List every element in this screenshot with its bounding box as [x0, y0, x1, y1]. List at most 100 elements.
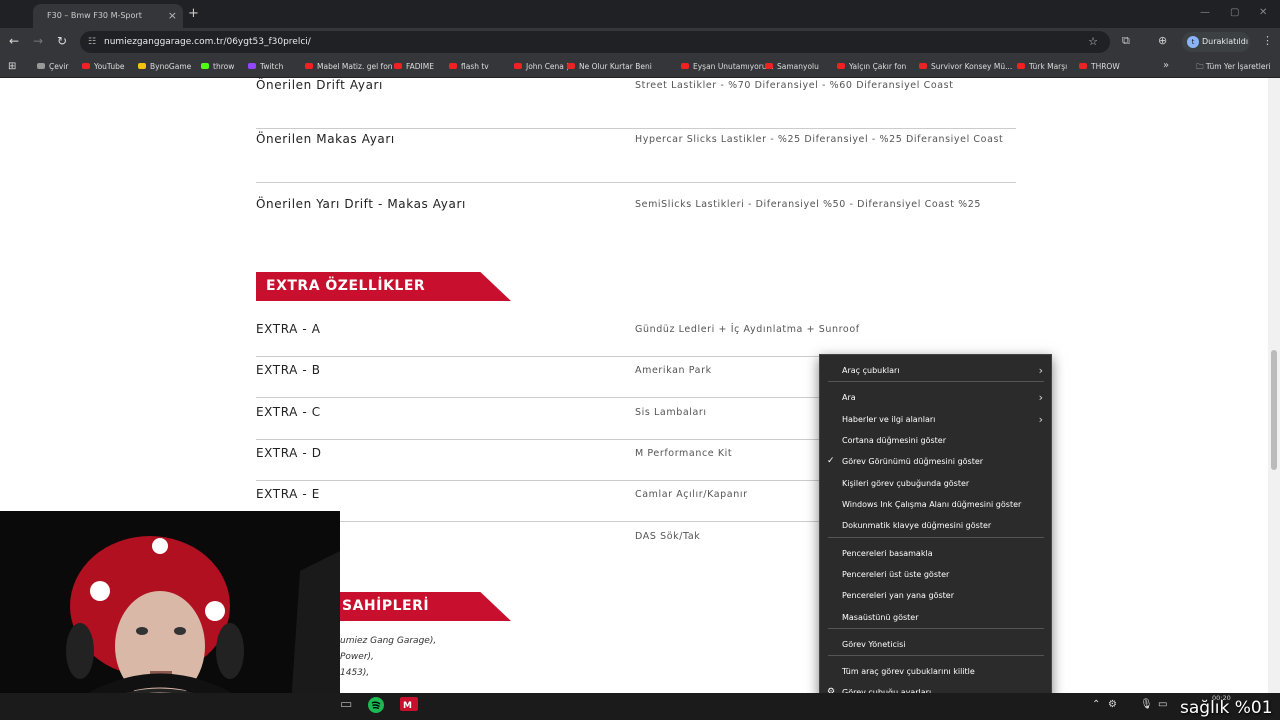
tab-close-icon[interactable]: × [168, 4, 177, 28]
context-menu-item[interactable]: Cortana düğmesini göster [820, 430, 1051, 451]
bookmark-favicon-icon [1079, 63, 1087, 69]
bookmark-favicon-icon [514, 63, 522, 69]
context-menu-item[interactable]: Görev Yöneticisi [820, 634, 1051, 655]
bookmark-label: Yalçın Çakır fon [849, 62, 907, 71]
bookmark-label: John Cena ) [526, 62, 570, 71]
bookmark-item[interactable]: Samanyolu [765, 56, 819, 78]
minimize-icon[interactable]: — [1200, 7, 1210, 18]
bookmark-item[interactable]: Eyşan Unutamıyoru... [681, 56, 774, 78]
bookmark-item[interactable]: Twitch [248, 56, 283, 78]
bookmark-label: Eyşan Unutamıyoru... [693, 62, 774, 71]
site-info-icon[interactable]: ☷ [88, 31, 96, 53]
tray-chevron-icon[interactable]: ⌃ [1092, 699, 1100, 710]
bookmark-favicon-icon [82, 63, 90, 69]
menu-separator [828, 381, 1044, 382]
download-icon[interactable]: ⊕ [1158, 34, 1167, 47]
scrollbar-thumb[interactable] [1271, 350, 1277, 470]
bookmark-favicon-icon [919, 63, 927, 69]
bookmark-item[interactable]: BynoGame [138, 56, 191, 78]
context-menu-item[interactable]: Araç çubukları › [820, 360, 1051, 381]
context-menu-item[interactable]: Tüm araç görev çubuklarını kilitle [820, 661, 1051, 682]
network-icon[interactable]: ▭ [1158, 699, 1167, 710]
bookmark-label: Mabel Matiz. gel fon [317, 62, 393, 71]
taskbar-app-icon[interactable]: ▭ [340, 697, 352, 712]
window-close-icon[interactable]: ✕ [1259, 7, 1267, 18]
context-menu-item[interactable]: Haberler ve ilgi alanları › [820, 409, 1051, 430]
menu-item-label: Pencereleri üst üste göster [842, 570, 950, 579]
tuning-label: Önerilen Makas Ayarı [256, 132, 395, 146]
browser-toolbar: ← → ↻ ☷ numiezganggarage.com.tr/06ygt53_… [0, 28, 1280, 56]
context-menu-item[interactable]: Windows Ink Çalışma Alanı düğmesini göst… [820, 494, 1051, 515]
bookmark-label: Samanyolu [777, 62, 819, 71]
extra-label: EXTRA - C [256, 404, 321, 419]
tuning-row: Önerilen Makas Ayarı Hypercar Slicks Last… [256, 118, 1016, 183]
owner-line: umiez Gang Garage), [340, 636, 437, 646]
maximize-icon[interactable]: ▢ [1230, 7, 1239, 18]
tuning-label: Önerilen Yarı Drift - Makas Ayarı [256, 197, 466, 211]
microphone-icon[interactable]: 🎙 [1140, 699, 1153, 710]
bookmark-star-icon[interactable]: ☆ [1088, 31, 1098, 53]
bookmark-favicon-icon [37, 63, 45, 69]
bookmark-item[interactable]: FADIME [394, 56, 434, 78]
bookmark-favicon-icon [305, 63, 313, 69]
bookmark-item[interactable]: John Cena ) [514, 56, 569, 78]
new-tab-button[interactable]: + [188, 6, 199, 21]
bookmark-favicon-icon [449, 63, 457, 69]
bookmark-item[interactable]: Türk Marşı [1017, 56, 1067, 78]
taskbar: ▭ M ⌃ ⚙ 🎙 ▭ [0, 693, 1280, 720]
bookmark-label: Twitch [260, 62, 284, 71]
reload-icon[interactable]: ↻ [57, 34, 67, 48]
tray-icon[interactable]: ⚙ [1108, 699, 1117, 710]
bookmark-item[interactable]: throw [201, 56, 234, 78]
extra-row: EXTRA - A Gündüz Ledleri + İç Aydınlatma … [256, 316, 1016, 357]
profile-button[interactable]: t Duraklatıldı [1182, 32, 1250, 52]
menu-separator [828, 655, 1044, 656]
browser-tab[interactable]: F30 – Bmw F30 M-Sport × [33, 4, 183, 28]
extra-value: M Performance Kit [635, 447, 733, 459]
bookmark-item[interactable]: Ne Olur Kurtar Beni [567, 56, 652, 78]
menu-icon[interactable]: ⋮ [1262, 34, 1273, 47]
bookmark-label: flash tv [461, 62, 489, 71]
extra-value: Sis Lambaları [635, 406, 707, 418]
bookmark-label: FADIME [406, 62, 434, 71]
bookmark-label: THROW [1091, 62, 1120, 71]
bookmark-item[interactable]: Survivor Konsey Mü... [919, 56, 1012, 78]
chevron-right-icon: › [1038, 391, 1043, 404]
context-menu-item[interactable]: Pencereleri basamakla [820, 543, 1051, 564]
bookmark-item[interactable]: Yalçın Çakır fon [837, 56, 906, 78]
tuning-row: Önerilen Yarı Drift - Makas Ayarı SemiSli… [256, 183, 1016, 248]
extensions-icon[interactable]: ⧉ [1122, 34, 1130, 48]
menu-item-label: Pencereleri basamakla [842, 549, 933, 558]
context-menu-item[interactable]: Pencereleri yan yana göster [820, 585, 1051, 606]
menu-item-label: Windows Ink Çalışma Alanı düğmesini göst… [842, 500, 1022, 509]
bookmark-item[interactable]: Mabel Matiz. gel fon [305, 56, 393, 78]
bookmark-label: Ne Olur Kurtar Beni [579, 62, 652, 71]
forward-icon[interactable]: → [33, 34, 43, 48]
context-menu-item[interactable]: Görev Görünümü düğmesini göster ✓ [820, 451, 1051, 472]
bookmark-item[interactable]: THROW [1079, 56, 1120, 78]
page-scrollbar[interactable] [1268, 78, 1280, 693]
context-menu-item[interactable]: Dokunmatik klavye düğmesini göster [820, 515, 1051, 536]
menu-item-label: Haberler ve ilgi alanları [842, 415, 936, 424]
menu-item-label: Ara [842, 393, 856, 402]
menu-item-label: Cortana düğmesini göster [842, 436, 946, 445]
owner-line: Power), [340, 652, 374, 662]
context-menu-item[interactable]: Kişileri görev çubuğunda göster [820, 473, 1051, 494]
game-app-icon[interactable]: M [400, 697, 418, 715]
all-bookmarks-button[interactable]: 🗀 Tüm Yer İşaretleri [1196, 56, 1271, 78]
spotify-icon[interactable] [368, 697, 384, 717]
bookmark-item[interactable]: Çevir [37, 56, 68, 78]
context-menu-item[interactable]: Pencereleri üst üste göster [820, 564, 1051, 585]
apps-icon[interactable]: ⊞ [8, 56, 16, 78]
chevron-right-icon: › [1038, 413, 1043, 426]
more-bookmarks-icon[interactable]: » [1163, 60, 1169, 71]
bookmark-item[interactable]: flash tv [449, 56, 489, 78]
avatar: t [1187, 36, 1199, 48]
bookmark-item[interactable]: YouTube [82, 56, 125, 78]
extra-label: EXTRA - B [256, 363, 321, 378]
address-bar[interactable]: ☷ numiezganggarage.com.tr/06ygt53_f30pre… [80, 31, 1110, 53]
back-icon[interactable]: ← [9, 34, 19, 48]
context-menu-item[interactable]: Ara › [820, 387, 1051, 408]
extra-label: EXTRA - D [256, 445, 322, 460]
context-menu-item[interactable]: Masaüstünü göster [820, 607, 1051, 628]
